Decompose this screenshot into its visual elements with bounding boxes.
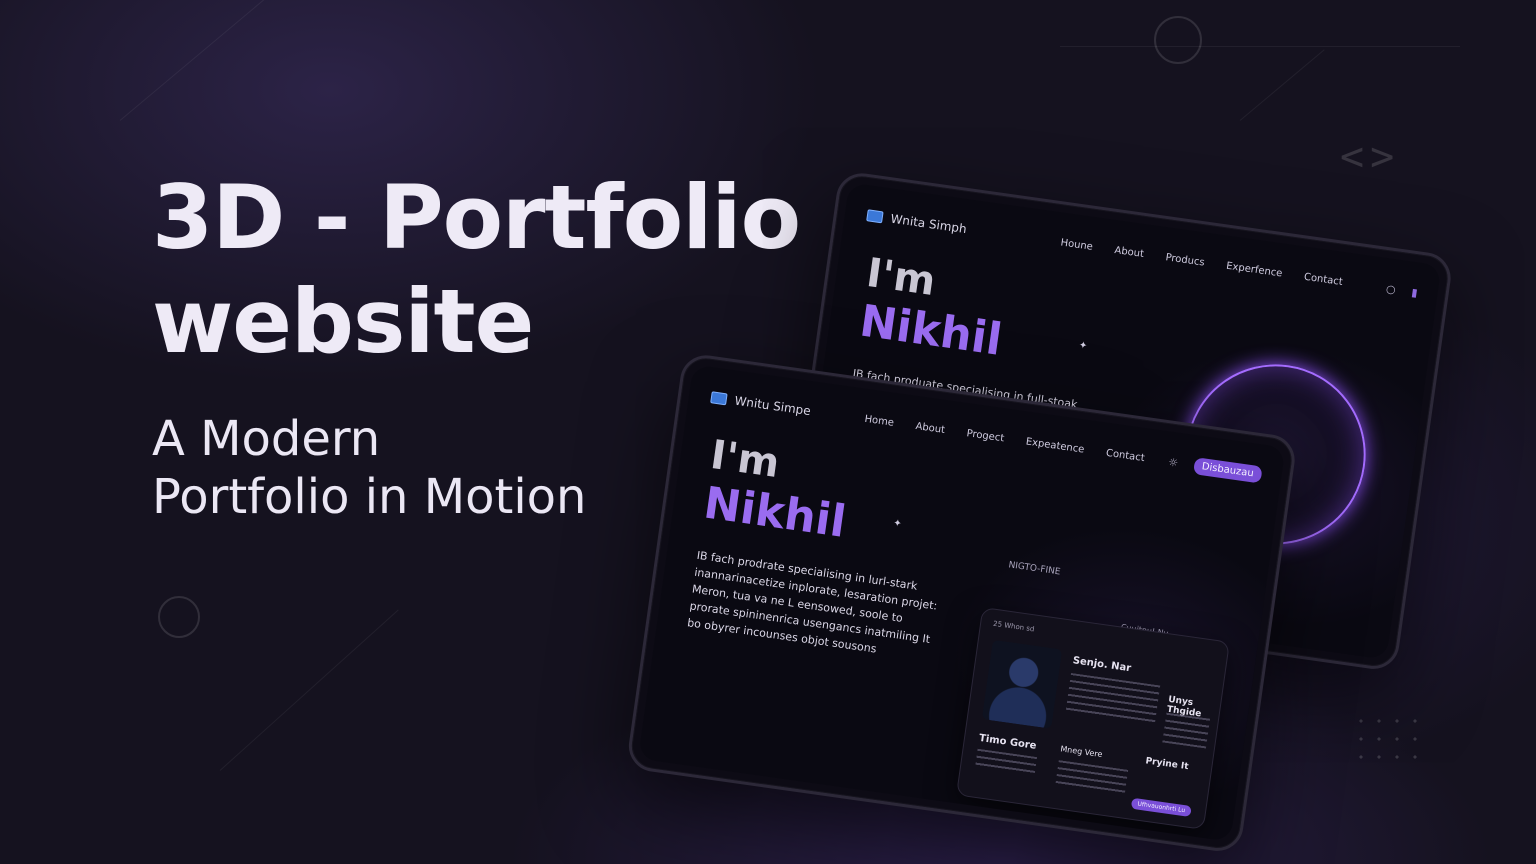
decorative-line — [1239, 49, 1325, 121]
hero-title: 3D - Portfolio website — [152, 166, 801, 374]
front-nav-link-about[interactable]: About — [915, 421, 946, 436]
front-nav-link-projects[interactable]: Progect — [966, 428, 1005, 444]
back-nav-link-contact[interactable]: Contact — [1303, 271, 1343, 287]
decorative-ring — [1154, 16, 1202, 64]
sparkle-icon: ✦ — [1078, 340, 1088, 353]
front-name: Nikhil — [700, 477, 850, 548]
front-device-screen: Wnitu Simpe Home About Progect Expeatenc… — [637, 364, 1286, 842]
back-nav-link-experience[interactable]: Experfence — [1226, 260, 1283, 279]
decorative-line — [119, 0, 289, 121]
back-nav-icons: ○ ▮ — [1385, 282, 1418, 299]
hero-title-line1: 3D - Portfolio — [152, 166, 801, 269]
about-card: 25 Whon sd Senjo. Nar Unys Thgide Timo G… — [955, 607, 1230, 830]
panel-heading: NIGTO-FINE — [1007, 560, 1062, 578]
laptop-logo-icon — [866, 209, 884, 224]
front-nav-link-contact[interactable]: Contact — [1105, 447, 1145, 463]
back-nav-link-products[interactable]: Producs — [1165, 252, 1205, 268]
front-nav-icons: ☼ Disbauzau — [1167, 453, 1263, 483]
front-nav-link-home[interactable]: Home — [864, 413, 895, 428]
decorative-ring — [158, 596, 200, 638]
card-heading-2: Timo Gore — [978, 732, 1038, 752]
decorative-line — [219, 609, 399, 771]
globe-icon[interactable]: ☼ — [1167, 455, 1179, 469]
front-nav-link-experience[interactable]: Expeatence — [1025, 436, 1085, 455]
profile-avatar — [981, 639, 1063, 729]
back-nav-link-about[interactable]: About — [1114, 245, 1145, 260]
card-text-lines — [1065, 672, 1161, 726]
sparkle-icon: ✦ — [892, 517, 903, 530]
front-device-mockup: Wnitu Simpe Home About Progect Expeatenc… — [625, 352, 1298, 855]
front-logo-text: Wnitu Simpe — [733, 393, 812, 419]
code-brackets-icon: <> — [1340, 134, 1401, 180]
back-nav-link-home[interactable]: Houne — [1060, 237, 1094, 252]
card-text-lines — [974, 748, 1038, 777]
card-heading-1: Senjo. Nar — [1072, 655, 1132, 675]
card-text-lines — [1055, 760, 1129, 796]
back-logo-text: Wnita Simph — [889, 211, 968, 237]
card-heading-5: Mneg Vere — [1059, 744, 1103, 760]
back-nav-links: Houne About Producs Experfence Contact — [1060, 237, 1343, 288]
user-icon[interactable]: ▮ — [1411, 285, 1419, 299]
card-button[interactable]: Ufhvauonhrti Lu — [1130, 797, 1192, 817]
front-cta-button[interactable]: Disbauzau — [1192, 456, 1263, 483]
laptop-logo-icon — [710, 391, 728, 406]
front-nav-links: Home About Progect Expeatence Contact — [864, 413, 1146, 463]
back-nav-bar: Wnita Simph Houne About Producs Experfen… — [865, 203, 1419, 304]
decorative-dot-grid — [1352, 712, 1422, 772]
hero-subtitle: A Modern Portfolio in Motion — [152, 410, 586, 526]
card-text-lines — [1162, 712, 1211, 749]
card-subtitle: 25 Whon sd — [992, 619, 1035, 634]
hero-subtitle-line1: A Modern — [152, 411, 381, 467]
back-name: Nikhil — [856, 295, 1006, 366]
front-description: IB fach prodrate specialising in lurl-st… — [686, 548, 939, 656]
decorative-line — [1060, 46, 1460, 47]
bell-icon[interactable]: ○ — [1385, 282, 1396, 296]
card-heading-4: Pryine It — [1144, 756, 1190, 773]
hero-subtitle-line2: Portfolio in Motion — [152, 469, 587, 525]
